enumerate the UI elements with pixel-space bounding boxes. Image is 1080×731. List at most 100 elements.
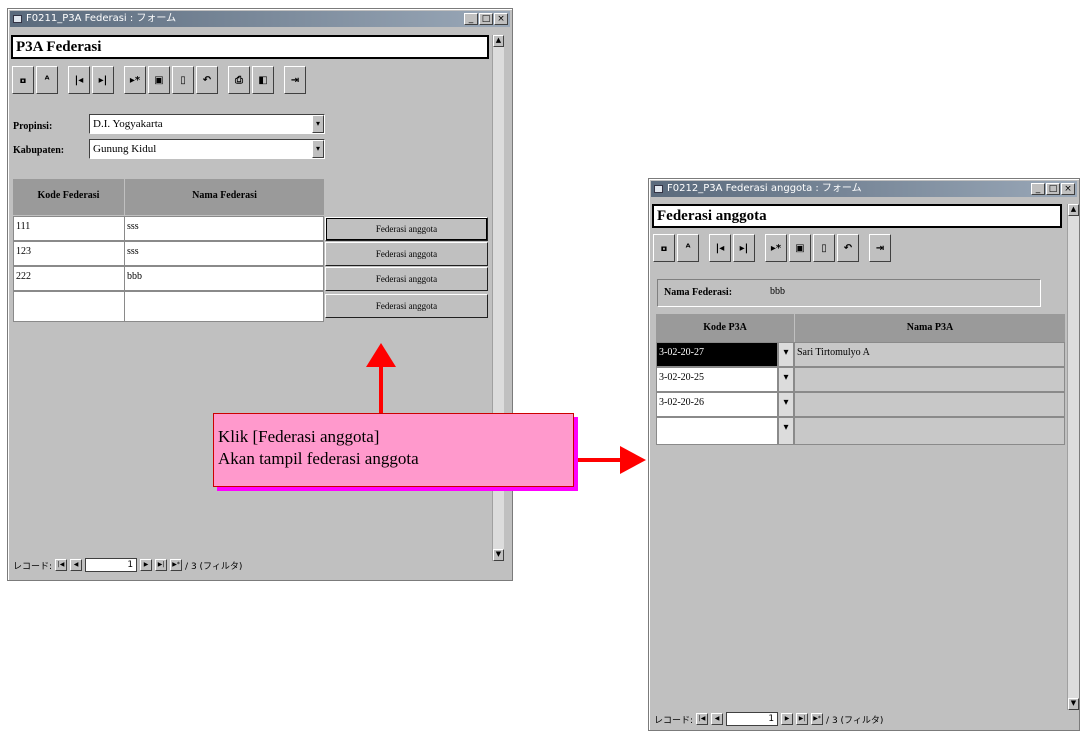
previous-record-button[interactable]: ◀ [711, 713, 724, 725]
new-record-icon[interactable]: ᴬ [677, 234, 699, 262]
propinsi-combo[interactable]: D.I. Yogyakarta ▾ [89, 114, 325, 134]
close-button[interactable]: × [1061, 183, 1075, 195]
arrow-up-shaft [379, 362, 383, 414]
previous-record-button[interactable]: ◀ [70, 559, 83, 571]
record-total: / 3 (フィルタ) [826, 715, 884, 726]
federasi-anggota-button[interactable]: Federasi anggota [325, 217, 488, 241]
table-row-nama[interactable]: bbb [124, 266, 324, 291]
row-dropdown[interactable]: ▾ [778, 342, 794, 367]
arrow-up-head-icon [366, 343, 396, 367]
minimize-button[interactable]: _ [464, 13, 478, 25]
nama-federasi-value: bbb [770, 286, 785, 297]
new-record-icon[interactable]: ᴬ [36, 66, 58, 94]
kabupaten-label: Kabupaten: [13, 145, 65, 156]
record-total: / 3 (フィルタ) [185, 561, 243, 572]
print-icon[interactable]: ⎙ [228, 66, 250, 94]
row-dropdown[interactable]: ▾ [778, 367, 794, 392]
delete-icon[interactable]: ▯ [172, 66, 194, 94]
record-number-input[interactable]: 1 [85, 558, 138, 572]
table-row-nama[interactable]: sss [124, 216, 324, 241]
nama-p3a-field [794, 367, 1065, 392]
last-record-icon[interactable]: ▸| [92, 66, 114, 94]
scroll-down-button[interactable]: ▼ [1068, 698, 1079, 710]
chevron-down-icon[interactable]: ▾ [312, 115, 324, 133]
propinsi-label: Propinsi: [13, 121, 53, 132]
propinsi-value: D.I. Yogyakarta [93, 118, 163, 130]
search-icon[interactable]: ߛ [653, 234, 675, 262]
search-icon[interactable]: ߛ [12, 66, 34, 94]
next-record-button[interactable]: ▶ [781, 713, 794, 725]
table-row-nama[interactable] [124, 291, 324, 322]
nama-p3a-field: Sari Tirtomulyo A [794, 342, 1065, 367]
next-record-button[interactable]: ▶ [140, 559, 153, 571]
maximize-button[interactable]: □ [1046, 183, 1060, 195]
close-button[interactable]: × [494, 13, 508, 25]
undo-icon[interactable]: ↶ [837, 234, 859, 262]
new-entry-icon[interactable]: ▸* [765, 234, 787, 262]
arrow-right-head-icon [620, 446, 646, 474]
kabupaten-value: Gunung Kidul [93, 143, 157, 155]
table-row-kode[interactable]: 123 [13, 241, 125, 266]
nama-p3a-field [794, 417, 1065, 445]
first-record-button[interactable]: |◀ [55, 559, 68, 571]
window-title: F0211_P3A Federasi : フォーム [26, 13, 177, 24]
kode-p3a-field[interactable]: 3-02-20-27 [656, 342, 778, 367]
toolbar: ߛ ᴬ |◂ ▸| ▸* ▣ ▯ ↶ ⎙ ◧ ⇥ [11, 63, 489, 97]
federasi-anggota-button[interactable]: Federasi anggota [325, 294, 488, 318]
last-record-button[interactable]: ▶| [796, 713, 809, 725]
vertical-scrollbar[interactable]: ▲ ▼ [1067, 204, 1079, 710]
window-titlebar[interactable]: F0212_P3A Federasi anggota : フォーム _ □ × [651, 181, 1077, 197]
delete-icon[interactable]: ▯ [813, 234, 835, 262]
nama-federasi-panel: Nama Federasi: bbb [657, 279, 1041, 307]
new-record-button[interactable]: ▶* [170, 559, 183, 571]
undo-icon[interactable]: ↶ [196, 66, 218, 94]
federasi-anggota-button[interactable]: Federasi anggota [325, 242, 488, 266]
maximize-button[interactable]: □ [479, 13, 493, 25]
last-record-icon[interactable]: ▸| [733, 234, 755, 262]
table-row-nama[interactable]: sss [124, 241, 324, 266]
record-number-input[interactable]: 1 [726, 712, 779, 726]
exit-icon[interactable]: ⇥ [284, 66, 306, 94]
record-label: レコード: [654, 715, 694, 726]
minimize-button[interactable]: _ [1031, 183, 1045, 195]
nama-p3a-field [794, 392, 1065, 417]
table-row-kode[interactable]: 222 [13, 266, 125, 291]
form-heading: P3A Federasi [11, 35, 489, 59]
kode-p3a-field[interactable] [656, 417, 778, 445]
toolbar: ߛ ᴬ |◂ ▸| ▸* ▣ ▯ ↶ ⇥ [652, 231, 1062, 265]
new-entry-icon[interactable]: ▸* [124, 66, 146, 94]
table-row-kode[interactable] [13, 291, 125, 322]
first-record-icon[interactable]: |◂ [68, 66, 90, 94]
row-dropdown[interactable]: ▾ [778, 392, 794, 417]
record-label: レコード: [13, 561, 53, 572]
column-header-nama: Nama Federasi [125, 179, 324, 215]
form-icon [13, 15, 22, 23]
scroll-down-button[interactable]: ▼ [493, 549, 504, 561]
new-record-button[interactable]: ▶* [811, 713, 824, 725]
nama-federasi-label: Nama Federasi: [664, 287, 733, 298]
first-record-icon[interactable]: |◂ [709, 234, 731, 262]
federasi-anggota-button[interactable]: Federasi anggota [325, 267, 488, 291]
column-header-nama: Nama P3A [795, 314, 1065, 342]
scroll-up-button[interactable]: ▲ [493, 35, 504, 47]
chevron-down-icon[interactable]: ▾ [312, 140, 324, 158]
save-icon[interactable]: ▣ [789, 234, 811, 262]
scroll-up-button[interactable]: ▲ [1068, 204, 1079, 216]
table-row-kode[interactable]: 111 [13, 216, 125, 241]
federasi-window: F0211_P3A Federasi : フォーム _ □ × P3A Fede… [7, 8, 513, 581]
form-icon [654, 185, 663, 193]
instruction-callout: Klik [Federasi anggota] Akan tampil fede… [213, 413, 574, 487]
exit-icon[interactable]: ⇥ [869, 234, 891, 262]
save-icon[interactable]: ▣ [148, 66, 170, 94]
record-navigator: レコード: |◀ ◀ 1 ▶ ▶| ▶* / 3 (フィルタ) [13, 557, 242, 573]
kode-p3a-field[interactable]: 3-02-20-25 [656, 367, 778, 392]
preview-icon[interactable]: ◧ [252, 66, 274, 94]
callout-line-2: Akan tampil federasi anggota [218, 449, 419, 468]
last-record-button[interactable]: ▶| [155, 559, 168, 571]
kode-p3a-field[interactable]: 3-02-20-26 [656, 392, 778, 417]
federasi-anggota-window: F0212_P3A Federasi anggota : フォーム _ □ × … [648, 178, 1080, 731]
row-dropdown[interactable]: ▾ [778, 417, 794, 445]
first-record-button[interactable]: |◀ [696, 713, 709, 725]
window-titlebar[interactable]: F0211_P3A Federasi : フォーム _ □ × [10, 11, 510, 27]
kabupaten-combo[interactable]: Gunung Kidul ▾ [89, 139, 325, 159]
